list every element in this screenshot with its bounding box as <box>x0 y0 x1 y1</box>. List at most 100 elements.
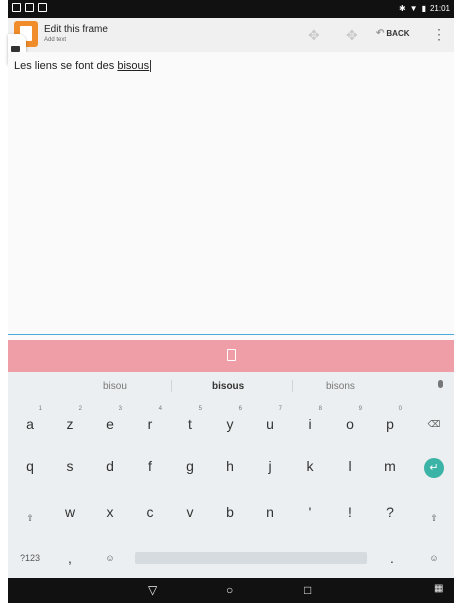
key-label: ! <box>348 504 352 520</box>
key-label: z <box>66 416 74 432</box>
page-subtitle: Add text <box>44 37 67 43</box>
key-label: a <box>26 416 34 432</box>
key-hint: 0 <box>398 406 402 412</box>
screen: ✱ ▼ ▮ 21:01 Edit this frame Add text ✥ ✥… <box>8 0 454 603</box>
key[interactable]: n <box>250 494 290 530</box>
mode-switch-key[interactable]: ?123 <box>10 540 50 576</box>
key[interactable]: l <box>330 448 370 484</box>
key-hint: 5 <box>198 406 202 412</box>
key[interactable]: i8 <box>290 406 330 442</box>
text-editor[interactable]: Les liens se font des bisous <box>8 52 454 335</box>
key[interactable]: p0 <box>370 406 410 442</box>
clock: 21:01 <box>429 4 450 13</box>
microphone-icon[interactable] <box>438 380 443 388</box>
comma-key[interactable]: , <box>50 540 90 576</box>
key-label: g <box>186 458 194 474</box>
emoji-icon[interactable]: ☺ <box>90 540 130 576</box>
key[interactable]: q <box>10 448 50 484</box>
move-icon[interactable]: ✥ <box>308 27 320 44</box>
editor-text: Les liens se font des bisous <box>14 60 152 73</box>
editor-text-word: bisous <box>117 60 150 72</box>
back-nav-icon[interactable]: ▽ <box>148 583 157 597</box>
key[interactable]: a1 <box>10 406 50 442</box>
key-label: x <box>106 504 114 520</box>
suggestion-item[interactable]: bisons <box>326 381 355 392</box>
app-bar: Edit this frame Add text ✥ ✥ ↶ BACK ⋮ <box>8 18 454 53</box>
key[interactable]: s <box>50 448 90 484</box>
notification-icon <box>12 3 21 12</box>
bluetooth-icon: ✱ <box>398 4 406 13</box>
key[interactable]: f <box>130 448 170 484</box>
keyboard-switch-icon[interactable]: ▦ <box>434 583 443 594</box>
enter-button[interactable]: ↵ <box>424 458 444 478</box>
key-label: y <box>226 416 234 432</box>
key[interactable]: t5 <box>170 406 210 442</box>
space-key[interactable] <box>135 552 367 564</box>
key-label: v <box>186 504 194 520</box>
key-hint: 8 <box>318 406 322 412</box>
key-label: ? <box>386 504 394 520</box>
key[interactable]: ? <box>370 494 410 530</box>
divider <box>292 380 293 392</box>
suggestion-item[interactable]: bisous <box>212 381 244 392</box>
key-label: o <box>346 416 354 432</box>
key-hint: 2 <box>78 406 82 412</box>
key[interactable]: r4 <box>130 406 170 442</box>
back-button[interactable]: ↶ BACK <box>376 28 410 39</box>
shift-icon[interactable]: ⇧ <box>10 500 50 536</box>
key-label: c <box>146 504 154 520</box>
key[interactable]: b <box>210 494 250 530</box>
key-hint: 4 <box>158 406 162 412</box>
move-icon[interactable]: ✥ <box>346 27 358 44</box>
key-label: m <box>384 458 396 474</box>
back-label: BACK <box>386 29 410 38</box>
backspace-icon[interactable]: ⌫ <box>414 406 454 442</box>
notification-icon <box>25 3 34 12</box>
key[interactable]: d <box>90 448 130 484</box>
key-label: u <box>266 416 274 432</box>
key[interactable]: o9 <box>330 406 370 442</box>
undo-icon: ↶ <box>376 28 385 39</box>
key[interactable]: v <box>170 494 210 530</box>
key[interactable]: k <box>290 448 330 484</box>
key[interactable]: g <box>170 448 210 484</box>
key-hint: 3 <box>118 406 122 412</box>
key-label: h <box>226 458 234 474</box>
navigation-bar: ▽ ○ □ ▦ <box>8 578 454 603</box>
emoji-icon[interactable]: ☺ <box>414 540 454 576</box>
key[interactable]: ' <box>290 494 330 530</box>
status-bar: ✱ ▼ ▮ 21:01 <box>8 0 454 18</box>
battery-icon: ▮ <box>421 4 426 13</box>
key[interactable]: c <box>130 494 170 530</box>
recents-nav-icon[interactable]: □ <box>304 583 311 597</box>
key[interactable]: j <box>250 448 290 484</box>
key[interactable]: u7 <box>250 406 290 442</box>
key-label: r <box>147 416 153 432</box>
key-hint: 9 <box>358 406 362 412</box>
delete-bar[interactable] <box>8 340 454 372</box>
key-hint: 7 <box>278 406 282 412</box>
home-nav-icon[interactable]: ○ <box>226 583 233 597</box>
key-label: t <box>188 416 192 432</box>
key[interactable]: z2 <box>50 406 90 442</box>
more-options-icon[interactable]: ⋮ <box>432 26 446 43</box>
key-label: d <box>106 458 114 474</box>
key[interactable]: w <box>50 494 90 530</box>
suggestion-item[interactable]: bisou <box>103 381 127 392</box>
key[interactable]: ! <box>330 494 370 530</box>
shift-icon[interactable]: ⇧ <box>414 500 454 536</box>
key[interactable]: m <box>370 448 410 484</box>
key[interactable]: h <box>210 448 250 484</box>
key-label: k <box>306 458 314 474</box>
key-label: e <box>106 416 114 432</box>
period-key[interactable]: . <box>372 540 412 576</box>
key[interactable]: e3 <box>90 406 130 442</box>
trash-icon <box>227 349 236 361</box>
key[interactable]: x <box>90 494 130 530</box>
editor-text-prefix: Les liens se font des <box>14 60 118 72</box>
key-label: p <box>386 416 394 432</box>
key-label: s <box>66 458 74 474</box>
key[interactable]: y6 <box>210 406 250 442</box>
key-label: b <box>226 504 234 520</box>
page-title: Edit this frame <box>44 24 108 35</box>
